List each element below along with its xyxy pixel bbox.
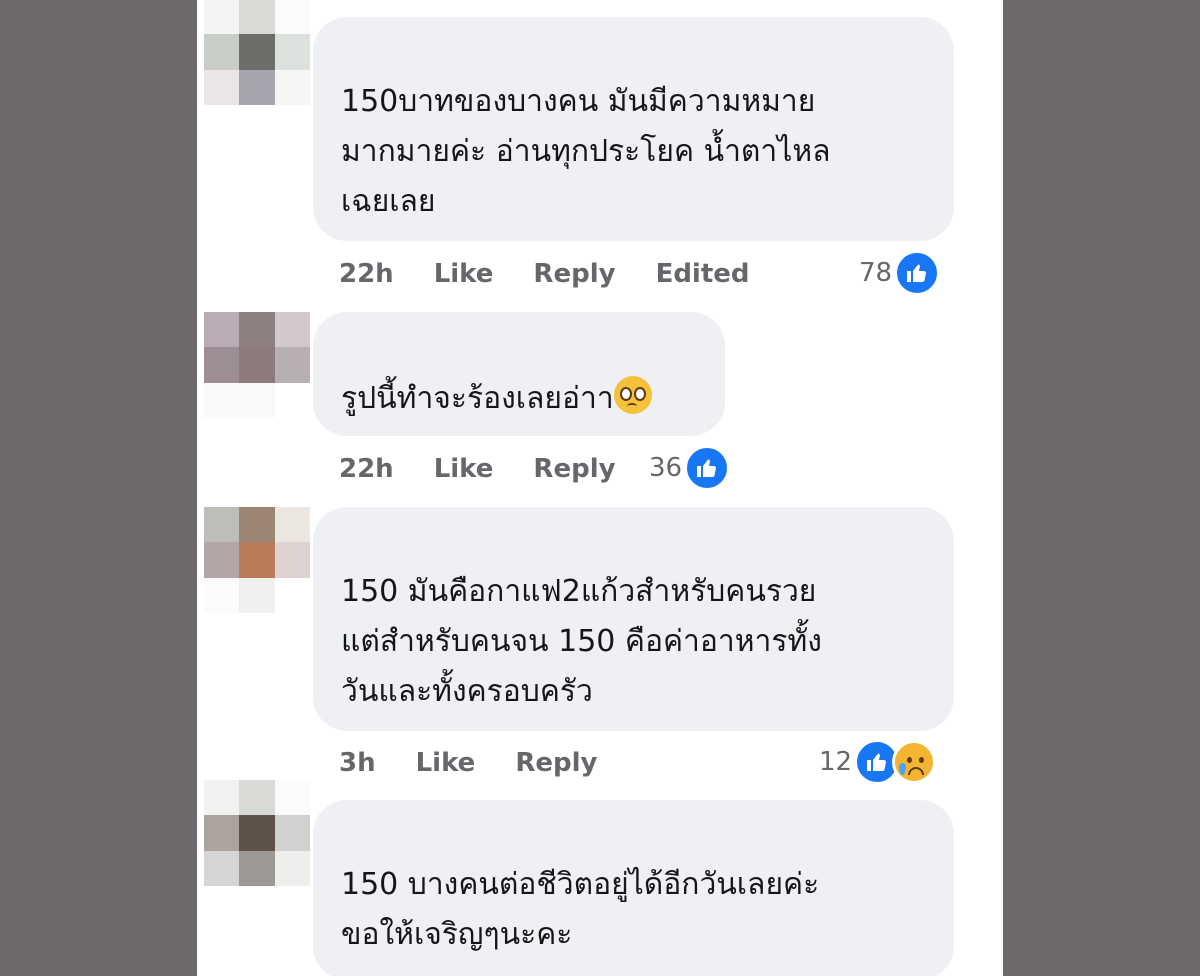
like-icon (684, 445, 731, 491)
reply-button[interactable]: Reply (533, 259, 615, 289)
sad-icon (892, 740, 937, 784)
comment-text-line: มากมายค่ะ อ่านทุกประโยค น้ำตาไหล (341, 134, 831, 169)
comment-actions: 22h Like Reply Edited (339, 254, 790, 294)
comment-actions: 3h Like Reply (339, 743, 637, 783)
avatar[interactable] (204, 312, 310, 418)
comment-bubble: 150 มันคือกาแฟ2แก้วสำหรับคนรวย แต่สำหรับ… (313, 507, 954, 731)
comment-text-line: 150 มันคือกาแฟ2แก้วสำหรับคนรวย (341, 574, 817, 609)
reaction-summary[interactable]: 36 (649, 444, 731, 492)
reaction-count: 78 (859, 258, 893, 288)
comments-panel: 150บาทของบางคน มันมีความหมาย มากมายค่ะ อ… (197, 0, 1003, 976)
like-button[interactable]: Like (434, 259, 494, 289)
comment-text-line: แต่สำหรับคนจน 150 คือค่าอาหารทั้ง (341, 624, 822, 659)
like-button[interactable]: Like (416, 748, 476, 778)
comment-timestamp[interactable]: 3h (339, 748, 376, 778)
reaction-count: 36 (649, 453, 683, 483)
comment-actions: 22h Like Reply (339, 449, 656, 489)
comment-text-line: วันและทั้งครอบครัว (341, 674, 593, 709)
comment-timestamp[interactable]: 22h (339, 259, 394, 289)
avatar[interactable] (204, 507, 310, 613)
avatar[interactable] (204, 0, 310, 105)
comment-text-line: เฉยเลย (341, 184, 436, 219)
comment-bubble: รูปนี้ทำจะร้องเลยอ่าา (313, 312, 725, 436)
comment-bubble: 150บาทของบางคน มันมีความหมาย มากมายค่ะ อ… (313, 17, 954, 241)
reply-button[interactable]: Reply (515, 748, 597, 778)
reaction-summary[interactable]: 12 (819, 738, 937, 786)
reaction-count: 12 (819, 747, 853, 777)
reaction-summary[interactable]: 78 (859, 249, 941, 297)
avatar[interactable] (204, 780, 310, 886)
like-icon (894, 250, 941, 296)
like-button[interactable]: Like (434, 454, 494, 484)
comment-timestamp[interactable]: 22h (339, 454, 394, 484)
comment-text-line: รูปนี้ทำจะร้องเลยอ่าา (341, 381, 614, 416)
comment-text-line: 150บาทของบางคน มันมีความหมาย (341, 84, 816, 119)
comment-text-line: 150 บางคนต่อชีวิตอยู่ได้อีกวันเลยค่ะ (341, 867, 820, 902)
pleading-face-emoji (613, 376, 652, 414)
comment-text-line: ขอให้เจริญๆนะคะ (341, 917, 573, 952)
edited-label[interactable]: Edited (656, 259, 750, 289)
reply-button[interactable]: Reply (533, 454, 615, 484)
comment-bubble: 150 บางคนต่อชีวิตอยู่ได้อีกวันเลยค่ะ ขอใ… (313, 800, 954, 976)
